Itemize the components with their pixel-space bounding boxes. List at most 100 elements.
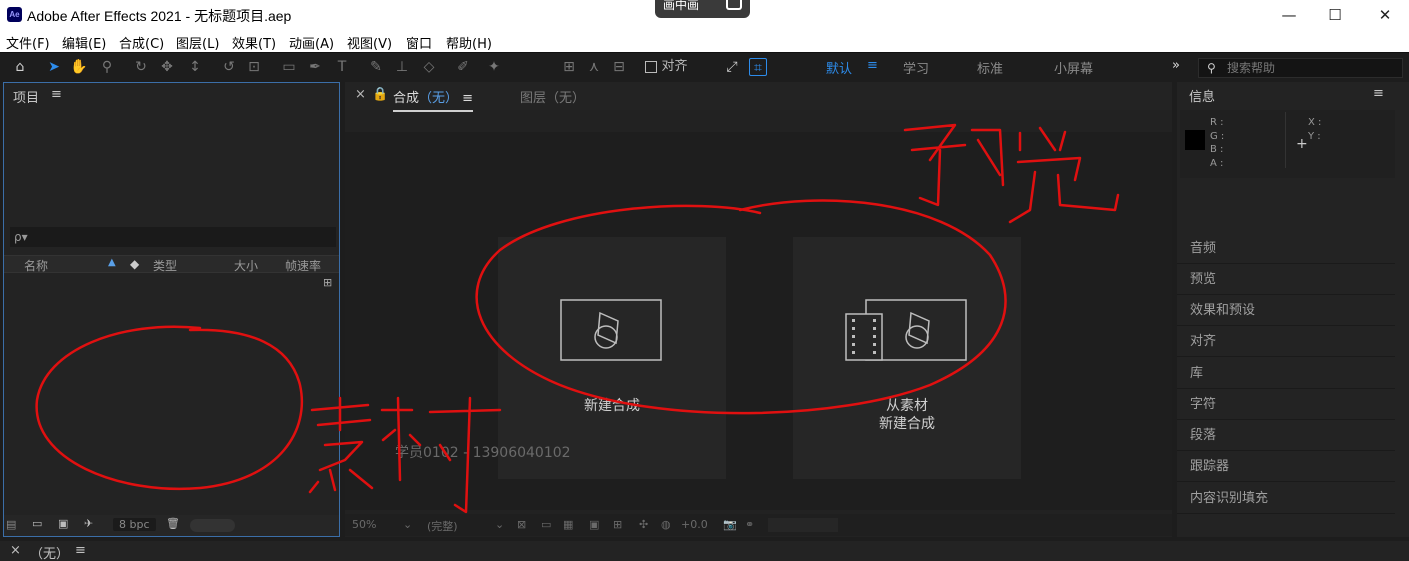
grid-guides-icon[interactable]: ⊞ (613, 518, 622, 531)
timeline-close-icon[interactable]: × (10, 543, 21, 558)
menu-window[interactable]: 窗口 (406, 33, 432, 52)
new-composition-icon[interactable]: ▣ (58, 517, 68, 530)
info-panel-readout: R : G : B : A : + X : Y : (1180, 110, 1395, 178)
menu-animation[interactable]: 动画(A) (289, 33, 334, 52)
snapshot-fit-icon[interactable]: ⊠ (517, 518, 526, 531)
panel-audio[interactable]: 音频 (1177, 234, 1395, 264)
from-footage-line2: 新建合成 (879, 416, 935, 432)
workspace-learn[interactable]: 学习 (903, 58, 929, 77)
tab-menu-icon[interactable]: ≡ (462, 91, 473, 106)
transparency-grid-icon[interactable]: ▭ (541, 518, 551, 531)
flowchart-icon[interactable]: ⊞ (323, 276, 332, 289)
view-axis-icon[interactable]: ⊟ (610, 58, 628, 76)
panel-align[interactable]: 对齐 (1177, 327, 1395, 357)
channel-icon[interactable]: ✣ (639, 518, 648, 531)
trash-icon[interactable]: 🗑 (166, 517, 180, 530)
align-label: 对齐 (661, 59, 688, 74)
local-axis-icon[interactable]: ⊞ (560, 58, 578, 76)
panel-content-aware-fill[interactable]: 内容识别填充 (1177, 484, 1395, 514)
color-management-icon[interactable]: ◍ (661, 518, 671, 531)
menu-help[interactable]: 帮助(H) (446, 33, 492, 52)
align-toggle[interactable]: 对齐 (645, 58, 687, 76)
orbit-camera-icon[interactable]: ↻ (132, 58, 150, 76)
menu-effect[interactable]: 效果(T) (232, 33, 276, 52)
hand-tool-icon[interactable]: ✋ (70, 58, 88, 76)
close-window-button[interactable]: ✕ (1375, 5, 1395, 25)
workspace-standard[interactable]: 标准 (977, 58, 1003, 77)
new-folder-icon[interactable]: ▭ (32, 517, 42, 530)
tab-layer[interactable]: 图层（无） (520, 87, 585, 106)
dolly-camera-icon[interactable]: ↕ (186, 58, 204, 76)
selection-tool-icon[interactable]: ➤ (45, 58, 63, 76)
column-header-name[interactable]: 名称 (24, 257, 48, 274)
brush-tool-icon[interactable]: ✎ (367, 58, 385, 76)
panel-paragraph[interactable]: 段落 (1177, 421, 1395, 451)
home-icon[interactable]: ⌂ (11, 58, 29, 76)
timeline-tab-label[interactable]: （无） (30, 543, 69, 561)
eraser-tool-icon[interactable]: ◇ (420, 58, 438, 76)
workspace-default[interactable]: 默认 (826, 58, 852, 77)
workspace-menu-icon[interactable]: ≡ (867, 58, 878, 73)
label-tag-icon[interactable]: ◆ (130, 257, 139, 271)
menu-edit[interactable]: 编辑(E) (62, 33, 106, 52)
rectangle-tool-icon[interactable]: ▭ (280, 58, 298, 76)
bit-depth-button[interactable]: 8 bpc (113, 518, 156, 531)
pen-tool-icon[interactable]: ✒ (306, 58, 324, 76)
maximize-button[interactable]: ☐ (1325, 5, 1345, 25)
panel-preview[interactable]: 预览 (1177, 265, 1395, 295)
info-panel-menu-icon[interactable]: ≡ (1373, 86, 1384, 101)
column-header-type[interactable]: 类型 (153, 257, 177, 274)
clone-stamp-tool-icon[interactable]: ⊥ (393, 58, 411, 76)
close-tab-icon[interactable]: × (355, 87, 366, 102)
rotation-tool-icon[interactable]: ↺ (220, 58, 238, 76)
viewer-options-placeholder (768, 518, 838, 532)
project-panel-menu-icon[interactable]: ≡ (51, 87, 62, 102)
zoom-tool-icon[interactable]: ⚲ (98, 58, 116, 76)
panel-tracker[interactable]: 跟踪器 (1177, 452, 1395, 482)
minimize-button[interactable]: — (1279, 5, 1299, 25)
panel-libraries[interactable]: 库 (1177, 359, 1395, 389)
anchor-point-tool-icon[interactable]: ⊡ (245, 58, 263, 76)
exposure-value[interactable]: +0.0 (681, 518, 708, 531)
toggle-mask-icon[interactable]: ▦ (563, 518, 573, 531)
info-panel-title[interactable]: 信息 (1189, 86, 1215, 105)
sort-ascending-icon[interactable]: ▲ (108, 257, 116, 268)
pan-camera-icon[interactable]: ✥ (158, 58, 176, 76)
lock-icon[interactable]: 🔒 (372, 87, 388, 102)
column-header-framerate[interactable]: 帧速率 (285, 257, 321, 274)
world-axis-icon[interactable]: ⋏ (585, 58, 603, 76)
window-title: Adobe After Effects 2021 - 无标题项目.aep (27, 8, 292, 24)
menu-composition[interactable]: 合成(C) (119, 33, 164, 52)
tab-composition[interactable]: 合成（无） ≡ (393, 87, 474, 112)
timeline-menu-icon[interactable]: ≡ (75, 543, 86, 558)
region-of-interest-icon[interactable]: ▣ (589, 518, 599, 531)
show-snapshot-icon[interactable]: ⚭ (745, 518, 754, 531)
snapshot-camera-icon[interactable]: 📷 (723, 518, 737, 531)
resolution-dropdown[interactable]: (完整) (427, 518, 458, 534)
new-composition-from-footage-card[interactable]: 从素材 新建合成 (793, 237, 1021, 479)
project-search-input[interactable]: ρ▾ (10, 227, 336, 247)
roto-brush-tool-icon[interactable]: ✐ (454, 58, 472, 76)
project-panel-title[interactable]: 项目 (13, 87, 39, 106)
menu-view[interactable]: 视图(V) (347, 33, 392, 52)
menu-layer[interactable]: 图层(L) (176, 33, 219, 52)
resolution-chevron-down-icon[interactable]: ⌄ (495, 518, 504, 531)
column-header-size[interactable]: 大小 (234, 257, 258, 274)
menu-file[interactable]: 文件(F) (6, 33, 50, 52)
picture-in-picture-button[interactable]: 画中画 (655, 0, 750, 18)
magnification-chevron-down-icon[interactable]: ⌄ (403, 518, 412, 531)
adjust-project-settings-icon[interactable]: ✈ (84, 517, 93, 530)
panel-character[interactable]: 字符 (1177, 390, 1395, 420)
expand-icon[interactable]: ⤢ (723, 58, 741, 76)
snap-icon[interactable]: ⌗ (749, 58, 767, 76)
interpret-footage-icon[interactable]: ▤ (6, 518, 16, 531)
workspace-small-screen[interactable]: 小屏幕 (1054, 58, 1093, 77)
magnification-dropdown[interactable]: 50% (352, 518, 376, 531)
thumbnail-slider[interactable] (190, 519, 235, 532)
search-help-input[interactable]: ⚲ 搜索帮助 (1198, 58, 1403, 78)
panel-effects-presets[interactable]: 效果和预设 (1177, 296, 1395, 326)
more-workspaces-icon[interactable]: » (1172, 58, 1180, 73)
puppet-pin-tool-icon[interactable]: ✦ (485, 58, 503, 76)
composition-viewer: 新建合成 从素材 新建合成 学员0102 - 13906040102 (345, 132, 1172, 510)
type-tool-icon[interactable]: T (333, 58, 351, 76)
